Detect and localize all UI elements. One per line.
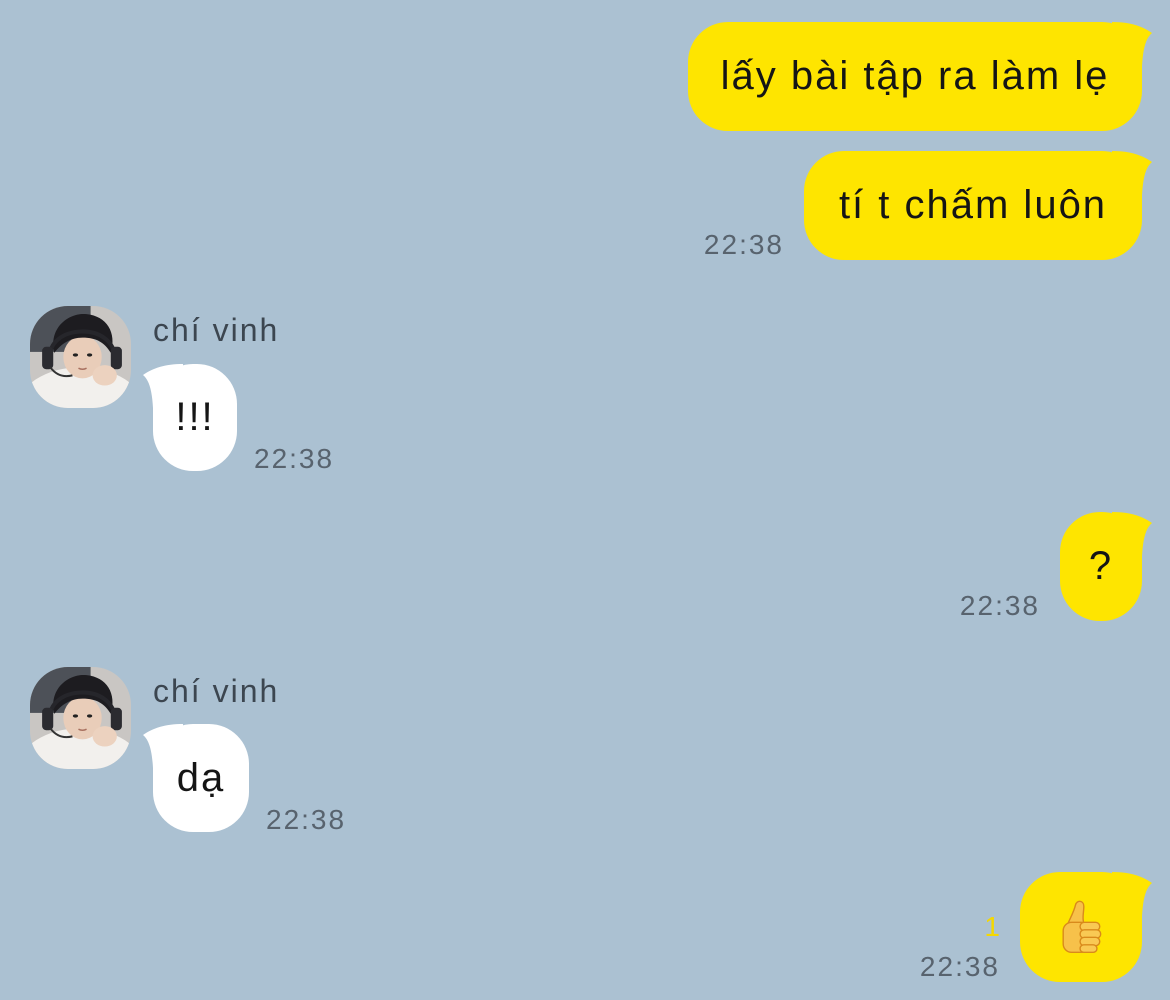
my-message-bubble[interactable]: tí t chấm luôn [804, 151, 1152, 260]
my-emoji-message-bubble[interactable] [1020, 872, 1152, 982]
chat-room-screen: lấy bài tập ra làm lẹ tí t chấm luôn 22:… [0, 0, 1170, 1000]
message-text: dạ [176, 755, 226, 800]
avatar-eye [72, 714, 79, 718]
their-message-bubble[interactable]: !!! [143, 364, 237, 471]
message-text: lấy bài tập ra làm lẹ [720, 54, 1110, 98]
message-timestamp: 22:38 [254, 443, 335, 474]
thumbs-up-emoji-icon [1062, 900, 1102, 954]
message-text: tí t chấm luôn [838, 183, 1108, 227]
message-text: ? [1088, 544, 1114, 588]
avatar-headset-ear [42, 707, 54, 731]
avatar[interactable] [30, 667, 131, 769]
bubble-tail [1112, 22, 1152, 66]
avatar[interactable] [30, 306, 131, 408]
message-timestamp: 22:38 [266, 804, 347, 835]
my-message-bubble[interactable]: ? [1060, 512, 1152, 621]
finger-shape [1079, 944, 1098, 954]
my-message-bubble[interactable]: lấy bài tập ra làm lẹ [688, 22, 1152, 131]
sender-name: chí vinh [153, 312, 280, 348]
avatar-headset-ear [42, 346, 54, 370]
avatar-hand [92, 726, 117, 747]
sender-name: chí vinh [153, 673, 280, 709]
bubble-tail [1112, 512, 1152, 556]
avatar-hand [92, 365, 117, 386]
avatar-eye [86, 714, 93, 718]
their-message-bubble[interactable]: dạ [143, 724, 249, 832]
message-timestamp: 22:38 [703, 229, 784, 260]
bubble-tail [1112, 872, 1152, 916]
avatar-headset-ear [110, 346, 122, 370]
avatar-eye [72, 353, 79, 357]
avatar-photo [30, 667, 131, 769]
message-text: !!! [175, 395, 215, 439]
message-timestamp: 22:38 [919, 951, 1000, 982]
avatar-eye [86, 353, 93, 357]
avatar-headset-ear [110, 707, 122, 731]
message-timestamp: 22:38 [959, 590, 1040, 621]
unread-count: 1 [984, 911, 1000, 942]
bubble-tail [1112, 151, 1152, 195]
avatar-photo [30, 306, 131, 408]
